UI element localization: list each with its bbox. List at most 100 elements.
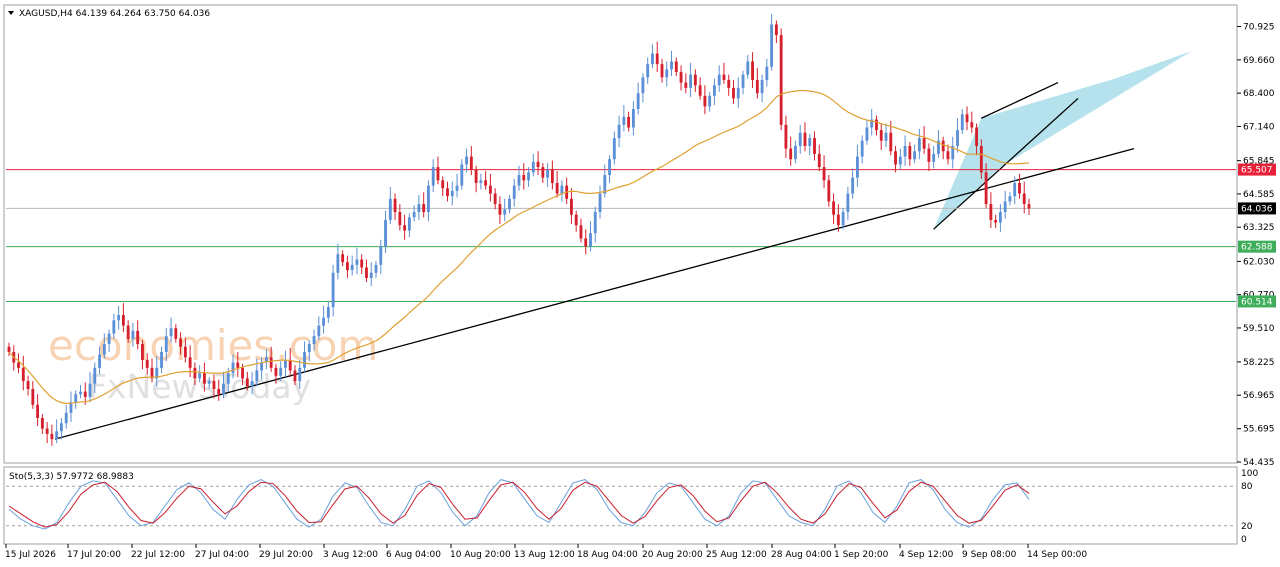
x-tick-label: 13 Aug 12:00 — [514, 550, 575, 560]
candle-body — [317, 325, 321, 337]
candle-body — [74, 394, 78, 403]
candle-body — [255, 370, 259, 382]
candle-body — [55, 431, 59, 440]
candle-body — [36, 404, 40, 419]
candle-body — [250, 381, 254, 387]
candle-body — [21, 367, 25, 382]
candle-body — [279, 367, 283, 376]
candle-body — [541, 167, 545, 178]
candle-body — [303, 351, 306, 368]
candle-body — [407, 217, 411, 231]
candle-body — [574, 214, 578, 226]
candle-body — [398, 212, 402, 226]
candle-body — [689, 74, 693, 88]
oscillator-tick-label: 100 — [1241, 469, 1258, 479]
y-tick-label: 56.965 — [1243, 391, 1275, 401]
candle-body — [913, 151, 917, 160]
candle-body — [589, 233, 592, 247]
candle-body — [774, 24, 778, 36]
candle-body — [226, 373, 230, 384]
candle-body — [956, 130, 959, 146]
x-tick-label: 18 Aug 04:00 — [577, 550, 638, 560]
x-tick-label: 28 Aug 04:00 — [771, 550, 832, 560]
candle-body — [627, 116, 631, 128]
candle-body — [670, 61, 673, 70]
candle-body — [336, 254, 340, 273]
candle-body — [98, 354, 101, 368]
candle-body — [517, 175, 521, 186]
candle-body — [803, 132, 807, 146]
candle-body — [193, 367, 197, 379]
forex-chart[interactable]: economies.com FxNewsToday 70.92569.66068… — [0, 0, 1280, 567]
candle-body — [841, 212, 845, 226]
candle-body — [307, 344, 311, 352]
x-tick-label: 14 Sep 00:00 — [1027, 550, 1087, 560]
candle-body — [732, 87, 735, 99]
candle-body — [536, 161, 540, 168]
candle-body — [908, 145, 912, 160]
candle-body — [503, 209, 507, 215]
candle-body — [703, 95, 707, 107]
candle-body — [570, 198, 573, 215]
candle-body — [784, 124, 788, 149]
candle-body — [903, 145, 907, 157]
candle-body — [827, 180, 831, 202]
candle-body — [722, 74, 726, 80]
candle-body — [998, 212, 1002, 223]
candle-body — [284, 359, 287, 368]
candle-body — [207, 381, 211, 384]
candle-body — [117, 315, 121, 321]
candle-body — [107, 333, 111, 345]
x-tick-label: 20 Aug 20:00 — [642, 550, 703, 560]
candle-body — [26, 381, 30, 389]
candle-body — [922, 138, 926, 149]
candle-body — [679, 72, 683, 83]
candle-body — [779, 35, 783, 125]
x-tick-label: 1 Sep 20:00 — [834, 550, 889, 560]
x-tick-label: 6 Aug 04:00 — [386, 550, 441, 560]
candle-body — [293, 370, 297, 382]
y-tick-label: 67.140 — [1243, 122, 1275, 132]
candle-body — [765, 66, 769, 80]
candle-body — [460, 164, 464, 186]
candle-body — [245, 378, 249, 387]
candle-body — [40, 418, 44, 429]
candle-body — [365, 267, 368, 279]
candle-body — [431, 167, 435, 186]
candle-body — [217, 388, 221, 395]
y-tick-label: 59.510 — [1243, 324, 1275, 334]
candle-body — [527, 172, 530, 181]
candle-body — [145, 359, 149, 368]
candle-body — [508, 198, 511, 210]
candle-body — [655, 53, 659, 65]
candle-body — [584, 238, 588, 247]
candle-body — [260, 362, 264, 371]
candle-body — [50, 433, 54, 440]
candle-body — [875, 119, 878, 131]
candle-body — [917, 138, 921, 152]
x-tick-label: 3 Aug 12:00 — [323, 550, 378, 560]
candle-body — [884, 132, 888, 141]
oscillator-tick-label: 80 — [1241, 482, 1253, 492]
oscillator-label: Sto(5,3,3) 57.9772 68.9883 — [9, 472, 134, 482]
oscillator-tick-label: 0 — [1241, 535, 1247, 545]
candle-body — [412, 212, 416, 218]
x-tick-label: 22 Jul 12:00 — [131, 550, 185, 560]
candle-body — [898, 156, 902, 165]
candle-body — [698, 85, 702, 96]
oscillator-panel[interactable] — [3, 466, 1238, 545]
candle-body — [450, 190, 454, 197]
candle-body — [60, 423, 63, 432]
candle-body — [131, 330, 135, 339]
candle-body — [136, 330, 140, 345]
candle-body — [312, 336, 316, 345]
candle-body — [512, 185, 516, 199]
x-tick-label: 15 Jul 2026 — [5, 550, 56, 560]
candle-body — [88, 383, 92, 397]
candle-body — [1022, 193, 1026, 205]
candle-body — [17, 362, 20, 368]
candle-body — [355, 259, 359, 265]
candle-body — [941, 140, 945, 152]
candle-body — [555, 182, 559, 194]
price-tag-label: 65.507 — [1241, 166, 1273, 176]
